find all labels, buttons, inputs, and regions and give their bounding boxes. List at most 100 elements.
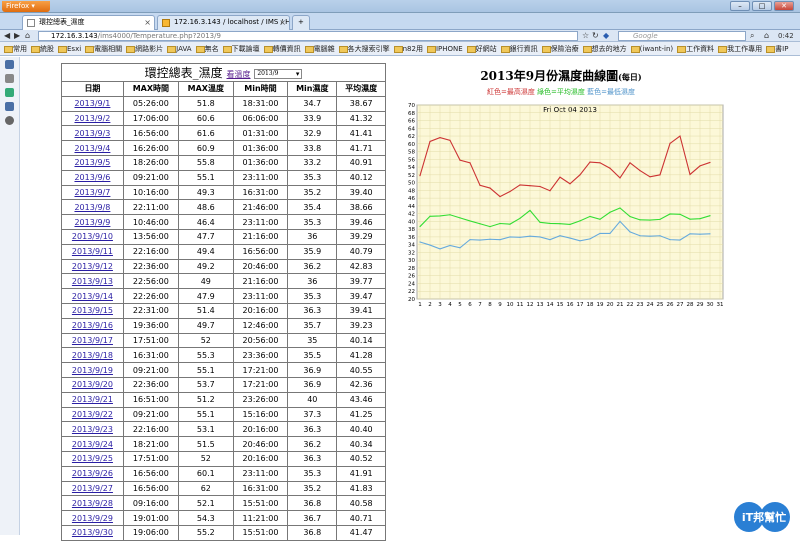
date-link[interactable]: 2013/9/16: [72, 321, 113, 330]
table-row: 2013/9/28 09:16:00 52.1 15:51:00 36.8 40.58: [61, 495, 386, 512]
date-link[interactable]: 2013/9/24: [72, 440, 113, 449]
date-link[interactable]: 2013/9/27: [72, 484, 113, 493]
date-link[interactable]: 2013/9/21: [72, 395, 113, 404]
table-row: 2013/9/19 09:21:00 55.1 17:21:00 36.9 40.55: [61, 362, 386, 378]
bookmark-folder[interactable]: 想去的地方: [582, 42, 627, 55]
data-point: [579, 220, 581, 222]
y-tick-label: 54: [408, 165, 415, 171]
bookmark-folder[interactable]: 好網站: [466, 42, 497, 55]
date-link[interactable]: 2013/9/9: [74, 218, 110, 227]
bookmark-folder[interactable]: 書IP: [766, 42, 788, 55]
date-link[interactable]: 2013/9/12: [72, 262, 113, 271]
bookmark-folder[interactable]: JAVA: [167, 42, 192, 55]
close-window-button[interactable]: ✕: [774, 1, 794, 11]
bookmark-folder[interactable]: 下載論壇: [222, 42, 260, 55]
view-temperature-link[interactable]: 看溫度: [227, 70, 251, 79]
bookmark-folder[interactable]: n82用: [393, 42, 423, 55]
date-link[interactable]: 2013/9/22: [72, 410, 113, 419]
maximize-button[interactable]: □: [752, 1, 772, 11]
sidebar-clock-icon[interactable]: [5, 74, 14, 83]
date-link[interactable]: 2013/9/25: [72, 454, 113, 463]
page-content: 環控總表_濕度 看溫度 2013/9 日期MAX時間MAX溫度Min時間Min濕…: [21, 57, 800, 541]
minimize-button[interactable]: –: [730, 1, 750, 11]
month-select[interactable]: 2013/9: [254, 68, 303, 79]
home-icon[interactable]: ⌂: [25, 31, 30, 41]
date-link[interactable]: 2013/9/11: [72, 247, 113, 256]
url-bar[interactable]: 172.16.3.143/ims4000/Temperature.php?201…: [38, 31, 578, 41]
close-tab-icon[interactable]: ×: [279, 16, 286, 29]
date-link[interactable]: 2013/9/5: [74, 158, 110, 167]
tab-humidity[interactable]: 環控總表_濕度 ×: [22, 15, 155, 30]
bookmark-folder[interactable]: 工作資料: [677, 42, 714, 55]
date-link[interactable]: 2013/9/13: [72, 277, 113, 286]
sidebar-icon-3[interactable]: [5, 88, 14, 97]
date-link[interactable]: 2013/9/30: [72, 528, 113, 537]
bookmark-folder[interactable]: 轉價資訊: [263, 42, 301, 55]
home-button-icon[interactable]: ⌂: [764, 31, 769, 41]
bookmark-folder[interactable]: 各大搜索引擎: [338, 42, 390, 55]
date-link[interactable]: 2013/9/4: [74, 144, 110, 153]
value-cell: 62: [177, 480, 234, 497]
bookmark-folder[interactable]: Esxi: [58, 42, 81, 55]
sidebar-icon-1[interactable]: [5, 60, 14, 69]
bookmark-folder[interactable]: 統股: [31, 42, 54, 55]
data-point: [529, 209, 531, 212]
date-link[interactable]: 2013/9/18: [72, 351, 113, 360]
bookmark-folder[interactable]: 保險治療: [541, 42, 579, 55]
date-link[interactable]: 2013/9/20: [72, 380, 113, 389]
bookmark-folder[interactable]: 電腦雜: [304, 42, 335, 55]
y-tick-label: 36: [408, 235, 415, 241]
date-link[interactable]: 2013/9/17: [72, 336, 113, 345]
search-placeholder: Google: [633, 32, 658, 40]
sidebar-icon-5[interactable]: [5, 116, 14, 125]
date-link[interactable]: 2013/9/14: [72, 292, 113, 301]
value-cell: 12:46:00: [232, 317, 289, 334]
date-link[interactable]: 2013/9/19: [72, 366, 113, 375]
close-tab-icon[interactable]: ×: [144, 16, 151, 29]
firefox-menu-button[interactable]: Firefox ▾: [2, 1, 50, 12]
bookmark-folder[interactable]: 電腦相關: [85, 42, 122, 55]
x-tick-label: 16: [567, 302, 574, 308]
date-link[interactable]: 2013/9/7: [74, 188, 110, 197]
tab-phpmyadmin[interactable]: 172.16.3.143 / localhost / IMS / Hu... ×: [157, 15, 290, 30]
reload-icon[interactable]: ↻: [592, 31, 599, 41]
bookmark-star-icon[interactable]: ☆: [582, 31, 589, 41]
data-point: [459, 159, 461, 161]
page-icon: [27, 19, 35, 27]
x-tick-label: 30: [707, 302, 714, 308]
bookmark-folder[interactable]: 無名: [195, 42, 219, 55]
back-icon[interactable]: ◀: [4, 31, 10, 41]
bookmark-folder[interactable]: 銀行資訊: [500, 42, 538, 55]
sidebar-icon-4[interactable]: [5, 102, 14, 111]
value-cell: 41.41: [336, 125, 386, 142]
bookmark-folder[interactable]: 網路影片: [126, 42, 163, 55]
new-tab-button[interactable]: +: [292, 15, 310, 30]
date-link[interactable]: 2013/9/15: [72, 306, 113, 315]
date-link[interactable]: 2013/9/23: [72, 425, 113, 434]
bookmark-folder[interactable]: 常用: [4, 42, 27, 55]
date-link[interactable]: 2013/9/10: [72, 232, 113, 241]
date-link[interactable]: 2013/9/26: [72, 469, 113, 478]
data-point: [619, 220, 621, 222]
bookmark-folder[interactable]: (iwant-in): [630, 42, 673, 55]
date-link[interactable]: 2013/9/1: [74, 99, 110, 108]
value-cell: 20:16:00: [232, 450, 289, 467]
date-link[interactable]: 2013/9/28: [72, 499, 113, 508]
date-link[interactable]: 2013/9/3: [74, 129, 110, 138]
date-link[interactable]: 2013/9/2: [74, 114, 110, 123]
date-link[interactable]: 2013/9/29: [72, 514, 113, 523]
addon-icon[interactable]: ◆: [603, 31, 609, 41]
value-cell: 55.2: [177, 524, 234, 541]
forward-icon[interactable]: ▶: [14, 31, 20, 41]
value-cell: 53.1: [177, 421, 234, 438]
search-input[interactable]: Google: [618, 31, 746, 41]
date-link[interactable]: 2013/9/8: [74, 203, 110, 212]
search-go-icon[interactable]: ⌕: [750, 31, 754, 41]
bookmark-folder[interactable]: IPHONE: [426, 42, 463, 55]
value-cell: 40.55: [336, 362, 386, 378]
date-link[interactable]: 2013/9/6: [74, 173, 110, 182]
bookmark-folder[interactable]: 我工作專用: [718, 42, 762, 55]
value-cell: 41.47: [336, 524, 386, 541]
x-tick-label: 17: [577, 302, 584, 308]
data-point: [449, 244, 451, 247]
